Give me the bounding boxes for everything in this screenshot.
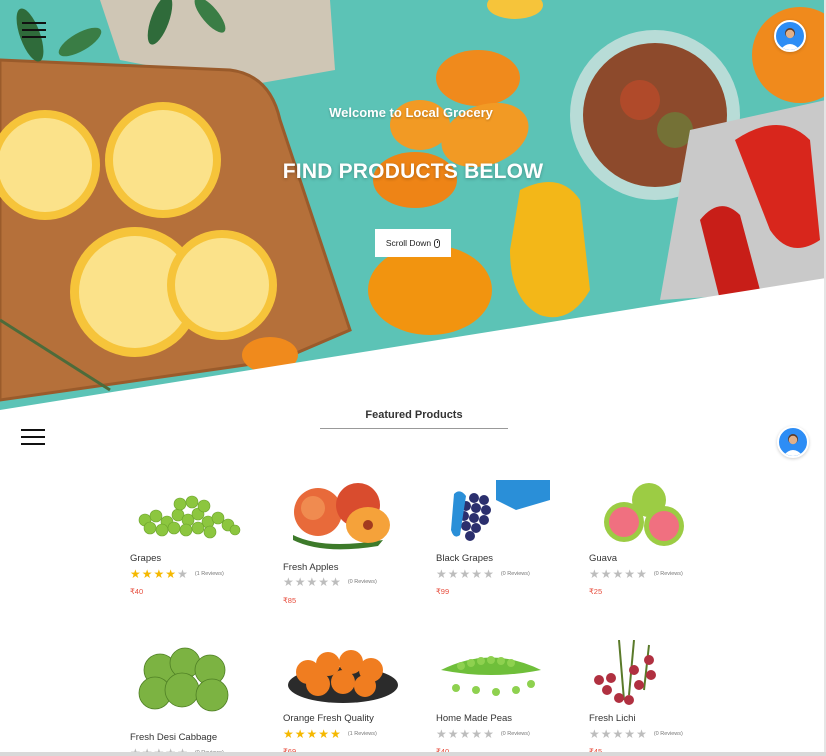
- star-icon: ★: [600, 567, 612, 581]
- product-rating: ★ ★ ★ ★ ★ (0 Reviews): [589, 568, 683, 580]
- lychee-icon: [594, 640, 656, 705]
- product-name: Guava: [589, 553, 617, 564]
- product-reviews: (1 Reviews): [194, 571, 224, 577]
- product-price: ₹85: [283, 596, 297, 605]
- star-icon: ★: [483, 567, 494, 581]
- brussels-sprouts-icon: [138, 647, 229, 712]
- star-icon: ★: [459, 727, 471, 741]
- star-icon: ★: [471, 727, 483, 741]
- hero-illustration: [0, 0, 826, 410]
- star-icon: ★: [612, 727, 624, 741]
- user-avatar-icon: [783, 434, 803, 456]
- star-icon: ★: [177, 567, 188, 581]
- star-icon: ★: [306, 727, 318, 741]
- hero-welcome-text: Welcome to Local Grocery: [329, 105, 493, 120]
- star-icon: ★: [130, 567, 141, 581]
- featured-divider: [320, 428, 508, 429]
- star-icon: ★: [283, 575, 294, 589]
- product-price: ₹40: [130, 587, 144, 596]
- star-icon: ★: [318, 575, 330, 589]
- star-icon: ★: [589, 567, 600, 581]
- star-icon: ★: [589, 727, 600, 741]
- star-icon: ★: [624, 727, 636, 741]
- star-icon: ★: [283, 727, 294, 741]
- menu-icon[interactable]: [22, 20, 46, 40]
- user-avatar-icon: [780, 28, 800, 50]
- product-reviews: (0 Reviews): [653, 571, 683, 577]
- star-icon: ★: [447, 567, 459, 581]
- product-rating: ★ ★ ★ ★ ★ (1 Reviews): [283, 728, 377, 740]
- product-name: Fresh Lichi: [589, 713, 636, 724]
- product-rating: ★ ★ ★ ★ ★ (0 Reviews): [436, 728, 530, 740]
- star-icon: ★: [165, 567, 177, 581]
- star-icon: ★: [624, 567, 636, 581]
- product-reviews: (0 Reviews): [347, 579, 377, 585]
- product-price: ₹99: [436, 587, 450, 596]
- featured-products-title: Featured Products: [365, 409, 463, 421]
- product-reviews: (0 Reviews): [653, 731, 683, 737]
- hero-heading: FIND PRODUCTS BELOW: [282, 160, 544, 183]
- user-avatar[interactable]: [774, 20, 806, 52]
- star-icon: ★: [436, 567, 447, 581]
- star-icon: ★: [318, 727, 330, 741]
- star-icon: ★: [459, 567, 471, 581]
- horizontal-scrollbar[interactable]: [0, 752, 826, 756]
- product-rating: ★ ★ ★ ★ ★ (0 Reviews): [589, 728, 683, 740]
- star-icon: ★: [330, 727, 341, 741]
- star-icon: ★: [294, 727, 306, 741]
- star-icon: ★: [636, 727, 647, 741]
- hero-banner: Welcome to Local Grocery FIND PRODUCTS B…: [0, 0, 826, 410]
- star-icon: ★: [612, 567, 624, 581]
- black-grapes-icon: [451, 480, 550, 541]
- star-icon: ★: [330, 575, 341, 589]
- product-reviews: (0 Reviews): [500, 571, 530, 577]
- product-name: Black Grapes: [436, 553, 494, 564]
- guava-icon: [604, 483, 684, 546]
- star-icon: ★: [600, 727, 612, 741]
- product-rating: ★ ★ ★ ★ ★ (0 Reviews): [436, 568, 530, 580]
- user-avatar-secondary[interactable]: [777, 426, 809, 458]
- mouse-icon: [434, 238, 441, 248]
- product-name: Fresh Desi Cabbage: [130, 732, 218, 743]
- peas-icon: [441, 656, 541, 696]
- star-icon: ★: [483, 727, 494, 741]
- star-icon: ★: [436, 727, 447, 741]
- star-icon: ★: [306, 575, 318, 589]
- product-rating: ★ ★ ★ ★ ★ (1 Reviews): [130, 568, 224, 580]
- product-reviews: (0 Reviews): [500, 731, 530, 737]
- orange-icon: [288, 650, 398, 703]
- grapes-icon: [138, 495, 241, 539]
- star-icon: ★: [471, 567, 483, 581]
- peach-icon: [293, 483, 390, 550]
- product-price: ₹25: [589, 587, 603, 596]
- star-icon: ★: [294, 575, 306, 589]
- scroll-down-button[interactable]: Scroll Down: [375, 229, 451, 257]
- scroll-down-label: Scroll Down: [385, 238, 432, 248]
- product-rating: ★ ★ ★ ★ ★ (0 Reviews): [283, 576, 377, 588]
- product-name: Fresh Apples: [283, 562, 339, 573]
- star-icon: ★: [447, 727, 459, 741]
- product-name: Grapes: [130, 553, 162, 564]
- star-icon: ★: [153, 567, 165, 581]
- menu-icon-secondary[interactable]: [21, 427, 45, 447]
- star-icon: ★: [141, 567, 153, 581]
- product-name: Home Made Peas: [436, 713, 513, 724]
- product-name: Orange Fresh Quality: [283, 713, 374, 724]
- product-reviews: (1 Reviews): [347, 731, 377, 737]
- star-icon: ★: [636, 567, 647, 581]
